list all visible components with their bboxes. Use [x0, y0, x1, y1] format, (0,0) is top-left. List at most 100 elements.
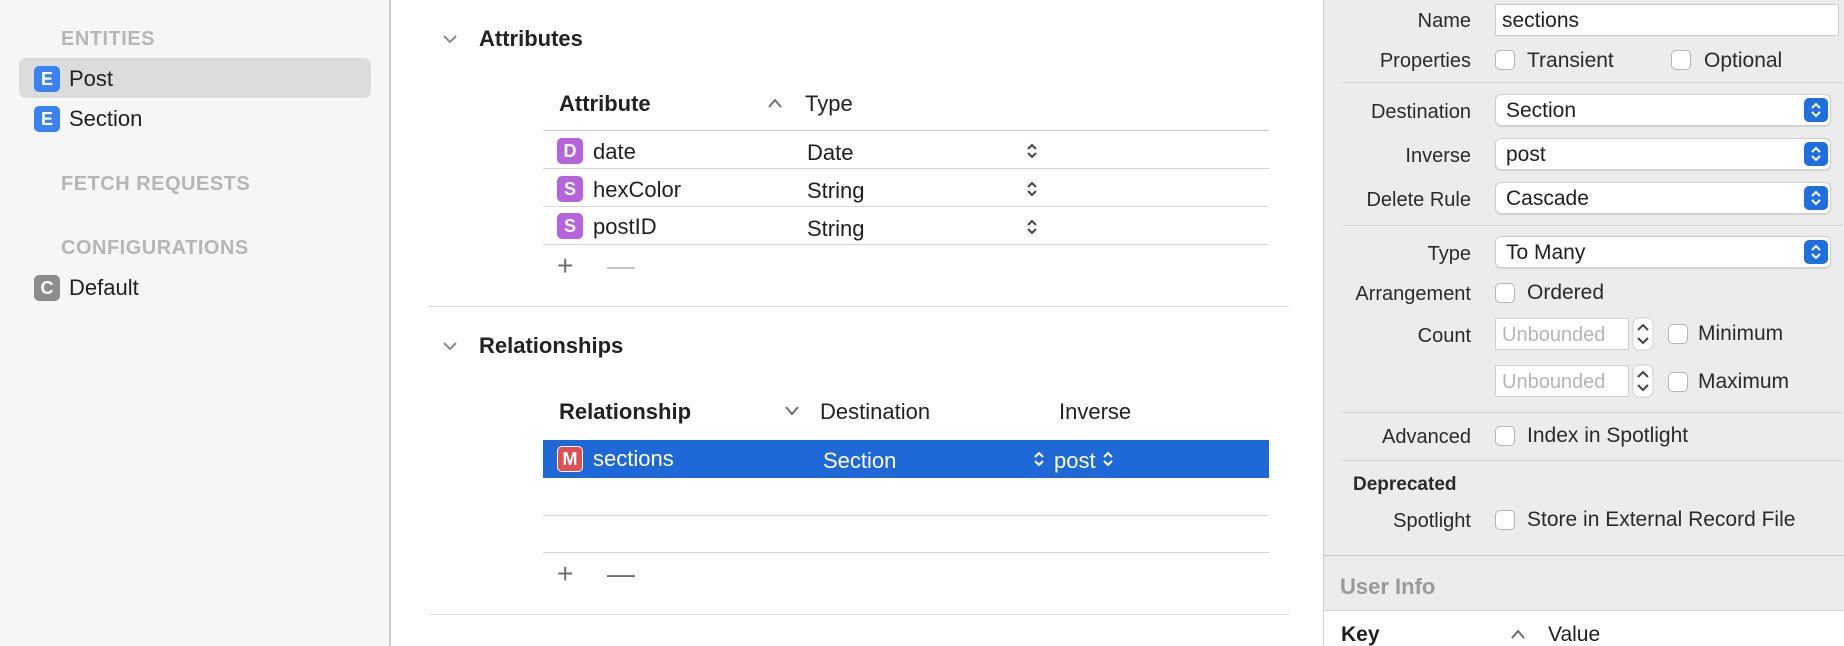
fetch-requests-header: FETCH REQUESTS	[61, 173, 251, 195]
section-divider	[429, 614, 1289, 615]
minimum-count-placeholder: Unbounded	[1502, 324, 1606, 346]
to-many-badge-icon: M	[557, 446, 583, 472]
value-column-header[interactable]: Value	[1548, 623, 1600, 646]
sidebar-item-post[interactable]: E Post	[19, 58, 371, 98]
key-column-header[interactable]: Key	[1341, 623, 1380, 646]
name-field[interactable]: sections	[1495, 4, 1839, 36]
type-label: Type	[1427, 243, 1471, 265]
optional-label: Optional	[1704, 49, 1783, 72]
relationships-section-title: Relationships	[479, 333, 624, 358]
attribute-name[interactable]: postID	[593, 214, 657, 240]
destination-column-header[interactable]: Destination	[820, 399, 930, 425]
properties-label: Properties	[1379, 50, 1471, 72]
user-info-table-header: Key Value	[1324, 610, 1844, 646]
sidebar-item-label: Post	[69, 66, 114, 91]
attributes-section-title: Attributes	[479, 26, 583, 51]
remove-relationship-button[interactable]: —	[607, 558, 635, 590]
maximum-checkbox[interactable]	[1668, 372, 1688, 392]
relationship-name[interactable]: sections	[593, 446, 674, 472]
attribute-type[interactable]: String	[807, 178, 864, 204]
sort-ascending-icon	[768, 98, 782, 108]
attribute-column-header[interactable]: Attribute	[559, 91, 651, 117]
inverse-popup-value: post	[1506, 143, 1546, 166]
attribute-name[interactable]: hexColor	[593, 177, 681, 203]
ordered-label: Ordered	[1527, 281, 1605, 304]
transient-label: Transient	[1527, 49, 1614, 72]
advanced-label: Advanced	[1382, 426, 1471, 448]
count-label: Count	[1417, 325, 1471, 347]
type-popup-stepper-icon[interactable]	[1025, 217, 1039, 237]
destination-popup-stepper-icon[interactable]	[1032, 449, 1046, 469]
entity-editor: Attributes Attribute Type D date Date S …	[393, 0, 1323, 646]
inspector-divider	[1342, 412, 1842, 413]
inspector-divider	[1342, 82, 1842, 83]
sort-descending-icon	[785, 406, 799, 416]
type-column-header[interactable]: Type	[805, 91, 853, 117]
destination-popup[interactable]: Section	[1495, 94, 1831, 126]
popup-arrows-icon	[1804, 98, 1828, 122]
string-type-badge-icon: S	[557, 176, 583, 202]
store-external-record-checkbox[interactable]	[1495, 510, 1515, 530]
popup-arrows-icon	[1804, 142, 1828, 166]
popup-arrows-icon	[1804, 240, 1828, 264]
attribute-name[interactable]: date	[593, 139, 636, 165]
chevron-down-icon[interactable]	[441, 337, 459, 355]
inspector-divider	[1342, 460, 1842, 461]
entity-badge-icon: E	[34, 66, 60, 92]
row-divider	[543, 244, 1269, 245]
relationship-inverse[interactable]: post	[1054, 448, 1096, 474]
minimum-count-field[interactable]: Unbounded	[1495, 318, 1629, 350]
row-divider	[543, 515, 1269, 516]
type-popup[interactable]: To Many	[1495, 236, 1831, 268]
attribute-type[interactable]: Date	[807, 140, 853, 166]
sidebar-item-default[interactable]: C Default	[19, 267, 371, 307]
inverse-column-header[interactable]: Inverse	[1059, 399, 1131, 425]
delete-rule-popup[interactable]: Cascade	[1495, 182, 1831, 214]
spotlight-label: Spotlight	[1393, 510, 1471, 532]
minimum-checkbox[interactable]	[1668, 324, 1688, 344]
maximum-count-placeholder: Unbounded	[1502, 371, 1606, 393]
maximum-count-field[interactable]: Unbounded	[1495, 365, 1629, 397]
popup-arrows-icon	[1804, 186, 1828, 210]
user-info-header: User Info	[1340, 574, 1436, 599]
inverse-popup[interactable]: post	[1495, 138, 1831, 170]
entities-header: ENTITIES	[61, 28, 156, 50]
index-in-spotlight-checkbox[interactable]	[1495, 426, 1515, 446]
inverse-popup-stepper-icon[interactable]	[1101, 449, 1115, 469]
type-popup-stepper-icon[interactable]	[1025, 179, 1039, 199]
add-relationship-button[interactable]: +	[557, 558, 573, 590]
minimum-count-stepper-icon[interactable]	[1632, 317, 1654, 351]
name-label: Name	[1417, 10, 1471, 32]
attribute-type[interactable]: String	[807, 216, 864, 242]
sidebar-item-section[interactable]: E Section	[19, 98, 371, 138]
remove-attribute-button[interactable]: —	[607, 250, 635, 282]
inspector-divider	[1342, 225, 1842, 226]
sidebar-item-label: Section	[69, 106, 143, 131]
inverse-label: Inverse	[1405, 145, 1471, 167]
type-popup-stepper-icon[interactable]	[1025, 141, 1039, 161]
sort-ascending-icon	[1511, 629, 1525, 639]
destination-popup-value: Section	[1506, 99, 1577, 122]
destination-label: Destination	[1370, 101, 1471, 123]
relationship-destination[interactable]: Section	[823, 448, 896, 474]
maximum-count-stepper-icon[interactable]	[1632, 364, 1654, 398]
configuration-badge-icon: C	[34, 275, 60, 301]
optional-checkbox[interactable]	[1671, 50, 1691, 70]
date-type-badge-icon: D	[557, 138, 583, 164]
maximum-label: Maximum	[1698, 370, 1790, 393]
ordered-checkbox[interactable]	[1495, 283, 1515, 303]
relationship-column-header[interactable]: Relationship	[559, 399, 691, 425]
type-popup-value: To Many	[1506, 241, 1586, 264]
section-divider	[429, 306, 1289, 307]
arrangement-label: Arrangement	[1355, 283, 1471, 305]
entity-badge-icon: E	[34, 106, 60, 132]
delete-rule-popup-value: Cascade	[1506, 187, 1589, 210]
store-external-record-label: Store in External Record File	[1527, 508, 1796, 531]
row-divider	[543, 206, 1269, 207]
string-type-badge-icon: S	[557, 213, 583, 239]
chevron-down-icon[interactable]	[441, 30, 459, 48]
table-row[interactable]: M sections Section post	[543, 440, 1269, 478]
add-attribute-button[interactable]: +	[557, 250, 573, 282]
deprecated-header: Deprecated	[1353, 474, 1457, 495]
transient-checkbox[interactable]	[1495, 50, 1515, 70]
